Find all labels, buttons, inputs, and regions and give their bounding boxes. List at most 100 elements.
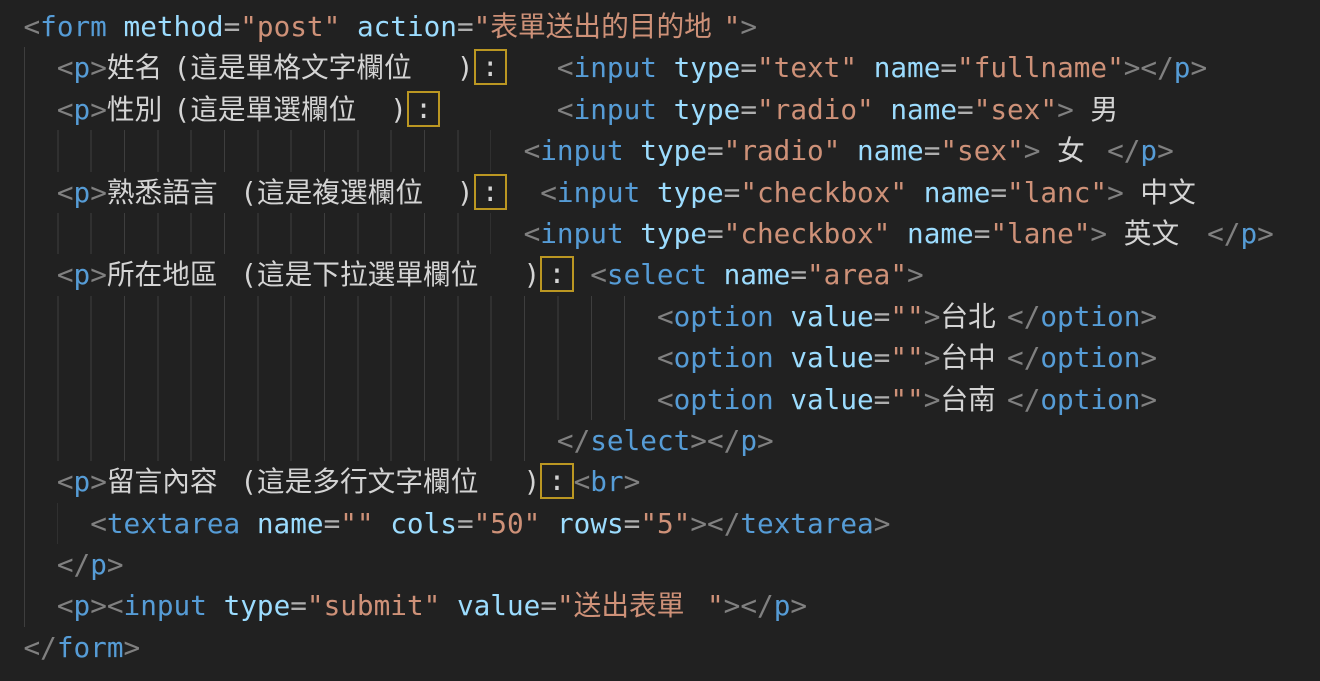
code-token: name [907,217,974,250]
code-token: name [724,258,791,291]
code-token: p [74,93,91,126]
code-token: ) [457,176,474,209]
code-token: name [874,51,941,84]
code-line: </form> [24,627,1320,668]
code-token [24,217,524,250]
code-token: form [40,10,107,43]
code-token [107,10,124,43]
code-token [24,507,91,540]
code-token: option [674,341,774,374]
code-token: p [1240,217,1257,250]
code-token [240,507,257,540]
code-token: value [790,341,873,374]
code-token [1040,134,1057,167]
code-token: > [624,465,641,498]
code-token: = [624,507,641,540]
code-token: 這是多行文字欄位 [257,461,524,502]
code-token: 表單送出的目的地 [490,6,723,47]
code-token [890,217,907,250]
code-token: 台北 [940,296,1007,337]
code-token: </ [740,589,773,622]
code-token: = [740,51,757,84]
code-token [1107,217,1124,250]
code-token: > [1140,383,1157,416]
code-token: < [557,51,574,84]
code-token: " [724,10,741,43]
code-line: <p>性別(這是單選欄位): <input type="radio" name=… [24,89,1320,130]
code-token: p [90,548,107,581]
code-token [24,176,57,209]
code-line: <textarea name="" cols="50" rows="5"></t… [24,503,1320,544]
code-token: = [540,589,557,622]
code-token: form [57,631,124,664]
code-token: < [657,383,674,416]
code-line: <p>所在地區(這是下拉選單欄位): <select name="area"> [24,254,1320,295]
code-editor[interactable]: <form method="post" action="表單送出的目的地"> <… [0,0,1320,681]
code-token: type [224,589,291,622]
code-token [657,51,674,84]
code-token [507,51,557,84]
code-token: 這是單格文字欄位 [190,47,457,88]
code-line: <p>姓名(這是單格文字欄位): <input type="text" name… [24,47,1320,88]
code-token: > [924,383,941,416]
code-token: </ [1207,217,1240,250]
code-token: < [574,465,591,498]
code-token: "50" [474,507,541,540]
code-line: <option value="">台南</option> [24,379,1320,420]
code-token: "submit" [307,589,440,622]
code-token: "" [890,341,923,374]
code-token [1074,93,1091,126]
code-token: name [857,134,924,167]
code-token: "5" [640,507,690,540]
code-token: "sex" [940,134,1023,167]
code-token: = [940,51,957,84]
code-token: < [524,217,541,250]
code-token: 所在地區 [107,254,240,295]
code-token: </ [707,424,740,457]
code-token: "post" [240,10,340,43]
unicode-highlight-colon-box: : [407,91,440,127]
code-token: </ [1140,51,1173,84]
code-line: <option value="">台北</option> [24,296,1320,337]
code-token [774,383,791,416]
code-token [907,176,924,209]
code-line: </select></p> [24,420,1320,461]
code-token: = [957,93,974,126]
code-line: <option value="">台中</option> [24,337,1320,378]
code-token: > [1090,217,1107,250]
code-token: br [590,465,623,498]
code-token: option [1040,341,1140,374]
code-token [1124,176,1141,209]
code-token: option [1040,383,1140,416]
code-token: cols [390,507,457,540]
code-token: type [640,217,707,250]
code-token: p [74,589,91,622]
code-line: <input type="radio" name="sex"> 女 </p> [24,130,1320,171]
code-token: textarea [107,507,240,540]
code-token: "fullname" [957,51,1124,84]
code-token: 這是複選欄位 [257,172,457,213]
code-token: > [757,424,774,457]
code-token: 送出表單 [574,585,707,626]
code-token: ( [240,258,257,291]
code-token [207,589,224,622]
code-token: < [657,300,674,333]
code-token [874,93,891,126]
code-token [440,589,457,622]
code-token: method [124,10,224,43]
code-token [24,93,57,126]
code-token: "sex" [974,93,1057,126]
code-token: = [990,176,1007,209]
code-token: p [774,589,791,622]
code-token: < [57,93,74,126]
code-token: rows [557,507,624,540]
code-token: > [1140,300,1157,333]
code-token: option [674,300,774,333]
code-token: = [290,589,307,622]
code-token: " [474,10,491,43]
code-token: > [124,631,141,664]
code-token: "text" [757,51,857,84]
code-token: < [557,93,574,126]
code-token [1190,217,1207,250]
code-token: "lane" [990,217,1090,250]
